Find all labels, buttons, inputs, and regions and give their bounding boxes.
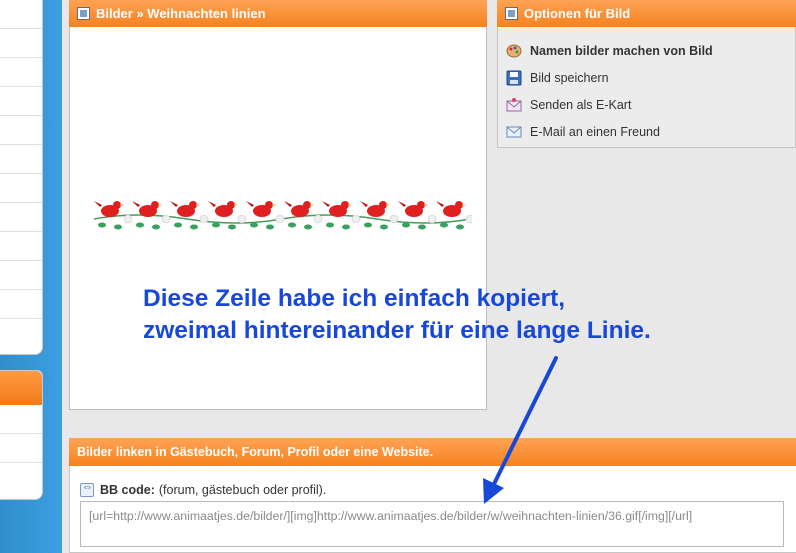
option-save-image[interactable]: Bild speichern xyxy=(506,64,795,91)
floppy-disk-icon xyxy=(506,70,522,85)
options-panel-header: Optionen für Bild xyxy=(497,0,796,27)
sidebar-menu-item[interactable] xyxy=(0,116,42,145)
option-send-ecard[interactable]: Senden als E-Kart xyxy=(506,91,795,118)
options-panel: Optionen für Bild Namen bilder machen vo… xyxy=(497,0,796,148)
sidebar-secondary-item[interactable] xyxy=(0,434,42,463)
annotation-line-2: zweimal hintereinander für eine lange Li… xyxy=(143,317,651,344)
sidebar-menu-item[interactable] xyxy=(0,203,42,232)
option-label: E-Mail an einen Freund xyxy=(530,124,660,139)
sidebar-menu-item[interactable] xyxy=(0,174,42,203)
envelope-icon xyxy=(506,126,522,137)
christmas-garland-image[interactable] xyxy=(92,189,472,239)
image-icon xyxy=(77,7,90,20)
annotation-text: Diese Zeile habe ich einfach kopiert, zw… xyxy=(143,283,793,347)
options-list: Namen bilder machen von Bild Bild speich… xyxy=(498,27,795,145)
sidebar-menu-item[interactable] xyxy=(0,0,42,29)
option-label: Namen bilder machen von Bild xyxy=(530,43,713,58)
sidebar-menu-item[interactable] xyxy=(0,261,42,290)
ecard-icon xyxy=(506,97,522,111)
bb-code-field[interactable]: [url=http://www.animaatjes.de/bilder/][i… xyxy=(80,501,784,547)
sidebar-menu-item[interactable] xyxy=(0,232,42,261)
link-codes-panel: Bilder linken in Gästebuch, Forum, Profi… xyxy=(69,438,796,553)
option-label: Senden als E-Kart xyxy=(530,97,632,112)
sidebar-secondary-header xyxy=(0,371,42,405)
options-panel-title: Optionen für Bild xyxy=(524,6,631,21)
sidebar-secondary-box xyxy=(0,370,43,500)
option-label: Bild speichern xyxy=(530,70,609,85)
bb-code-title: BB code: xyxy=(100,483,155,497)
palette-icon xyxy=(506,44,522,57)
code-icon xyxy=(80,481,94,497)
image-panel-title: Bilder » Weihnachten linien xyxy=(96,6,266,21)
bb-code-label: BB code: (forum, gästebuch oder profil). xyxy=(80,481,327,497)
link-codes-header: Bilder linken in Gästebuch, Forum, Profi… xyxy=(69,438,796,466)
option-email-friend[interactable]: E-Mail an einen Freund xyxy=(506,118,795,145)
annotation-line-1: Diese Zeile habe ich einfach kopiert, xyxy=(143,285,566,312)
sidebar-menu-item[interactable] xyxy=(0,58,42,87)
image-panel: Bilder » Weihnachten linien xyxy=(69,0,487,410)
sidebar-menu xyxy=(0,0,43,355)
sidebar-menu-item[interactable] xyxy=(0,87,42,116)
image-panel-header: Bilder » Weihnachten linien xyxy=(69,0,487,27)
sidebar-menu-item[interactable] xyxy=(0,290,42,319)
edit-image-icon xyxy=(505,7,518,20)
bb-code-hint: (forum, gästebuch oder profil). xyxy=(158,483,327,497)
sidebar-menu-item[interactable] xyxy=(0,29,42,58)
sidebar-secondary-item[interactable] xyxy=(0,405,42,434)
option-name-image[interactable]: Namen bilder machen von Bild xyxy=(506,37,795,64)
sidebar-menu-item[interactable] xyxy=(0,145,42,174)
